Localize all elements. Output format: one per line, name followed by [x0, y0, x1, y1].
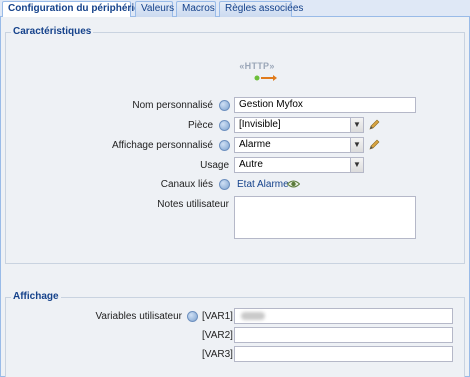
- help-icon[interactable]: [187, 311, 198, 322]
- custom-display-select[interactable]: Alarme ▼: [234, 137, 364, 153]
- tab-associated-rules[interactable]: Règles associées: [219, 1, 303, 17]
- chevron-down-icon[interactable]: ▼: [350, 158, 363, 172]
- characteristics-legend: Caractéristiques: [11, 26, 94, 37]
- var1-tag: [VAR1]: [202, 311, 233, 322]
- tab-values[interactable]: Valeurs: [135, 1, 174, 17]
- var3-tag: [VAR3]: [202, 349, 233, 360]
- tab-device-configuration[interactable]: Configuration du périphérique: [2, 1, 152, 18]
- help-icon[interactable]: [219, 140, 230, 151]
- usage-select-value: Autre: [239, 159, 263, 170]
- redacted-value: [241, 312, 265, 320]
- pencil-icon[interactable]: [368, 119, 380, 131]
- custom-name-input[interactable]: Gestion Myfox: [234, 97, 416, 113]
- var3-input[interactable]: [234, 346, 453, 362]
- room-select-value: [Invisible]: [239, 119, 281, 130]
- http-icon-label: «HTTP»: [239, 61, 275, 71]
- status-arrow-icon: [254, 75, 277, 81]
- var2-input[interactable]: [234, 327, 453, 343]
- help-icon[interactable]: [219, 100, 230, 111]
- device-config-panel: Caractéristiques «HTTP» Nom personnalisé…: [0, 17, 470, 377]
- pencil-icon[interactable]: [368, 139, 380, 151]
- custom-display-label: Affichage personnalisé: [112, 140, 213, 151]
- chevron-down-icon[interactable]: ▼: [350, 118, 363, 132]
- room-select[interactable]: [Invisible] ▼: [234, 117, 364, 133]
- user-notes-textarea[interactable]: [234, 196, 416, 239]
- display-legend: Affichage: [11, 291, 61, 302]
- user-notes-label: Notes utilisateur: [157, 199, 229, 210]
- tab-macros[interactable]: Macros: [176, 1, 216, 17]
- linked-channels-label: Canaux liés: [160, 179, 213, 190]
- eye-icon[interactable]: [287, 179, 300, 189]
- room-label: Pièce: [187, 120, 213, 131]
- help-icon[interactable]: [219, 179, 230, 190]
- custom-display-value: Alarme: [239, 139, 271, 150]
- help-icon[interactable]: [219, 120, 230, 131]
- chevron-down-icon[interactable]: ▼: [350, 138, 363, 152]
- device-icon: «HTTP»: [237, 61, 277, 85]
- usage-select[interactable]: Autre ▼: [234, 157, 364, 173]
- var1-input[interactable]: [234, 308, 453, 324]
- tab-bar: Configuration du périphérique Valeurs Ma…: [0, 0, 470, 18]
- name-label: Nom personnalisé: [132, 100, 213, 111]
- var2-tag: [VAR2]: [202, 330, 233, 341]
- usage-label: Usage: [200, 160, 229, 171]
- user-variables-label: Variables utilisateur: [95, 311, 182, 322]
- linked-channel-link[interactable]: Etat Alarme: [237, 179, 289, 190]
